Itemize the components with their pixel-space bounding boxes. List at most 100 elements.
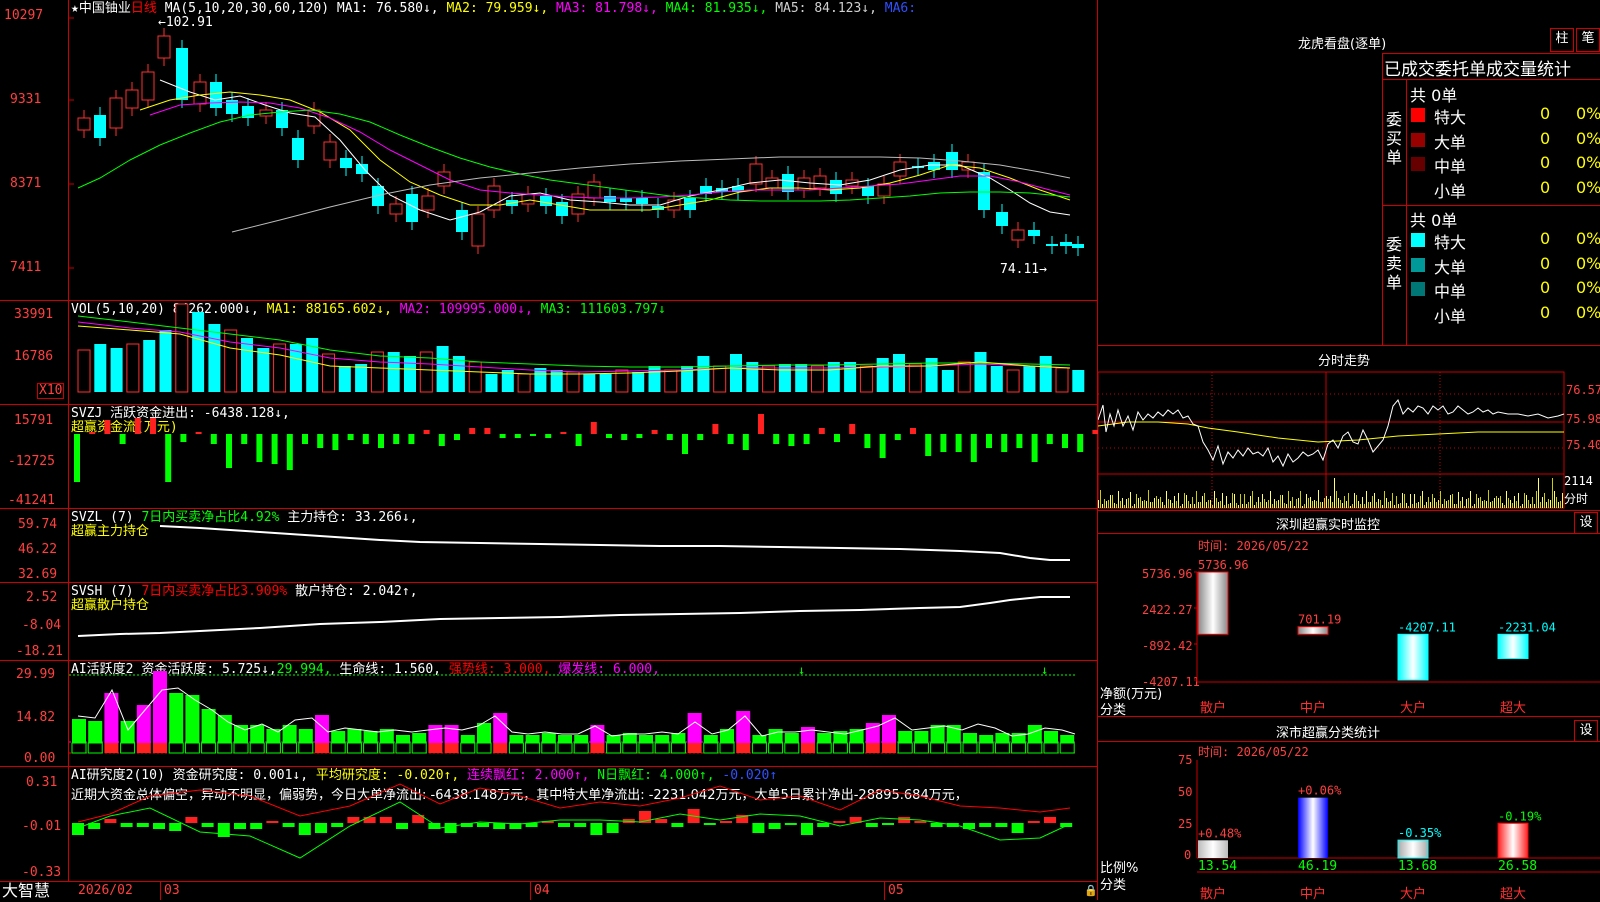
classify-settings-button[interactable]: 设 — [1574, 720, 1598, 742]
monitor-bar — [1197, 571, 1229, 635]
ai1-bar-base — [153, 743, 167, 753]
intraday-vol-bar — [1126, 499, 1127, 508]
candle-down — [456, 210, 468, 232]
ai2-bar — [817, 823, 830, 827]
intraday-vol-bar — [1156, 496, 1157, 508]
intraday-vol-label: 2114 — [1564, 474, 1593, 488]
svzj-chart[interactable] — [0, 404, 1098, 508]
monitor-title: 深圳超赢实时监控 — [1276, 518, 1381, 533]
intraday-vol-bar — [1370, 502, 1371, 508]
ai1-bar-base — [687, 743, 702, 753]
flow-bar — [955, 434, 962, 452]
candle-down — [620, 198, 632, 202]
ai1-bar-base — [768, 742, 784, 754]
order-row-count: 0 — [1540, 253, 1551, 273]
candle-up — [389, 203, 403, 215]
svzl-chart[interactable] — [0, 508, 1098, 582]
intraday-vol-bar — [1390, 501, 1391, 508]
volume-bar — [876, 358, 889, 392]
volume-chart[interactable] — [0, 300, 1098, 404]
ai1-bar — [363, 731, 378, 743]
flow-bar — [104, 420, 111, 434]
intraday-chart[interactable] — [1098, 370, 1600, 510]
left-chart-area[interactable]: 10297 9331 8371 7411 33991 16786 X10 157… — [0, 0, 1098, 900]
ai1-bar — [428, 725, 443, 743]
volume-bar — [583, 374, 596, 392]
candle-down — [176, 48, 188, 100]
ai1-bar-base — [541, 742, 557, 754]
ai1-bar-base — [104, 743, 119, 753]
intraday-volume-bars — [1098, 478, 1563, 508]
volume-bar — [485, 374, 498, 392]
intraday-vol-bar — [1362, 497, 1363, 508]
monitor-bar — [1297, 626, 1329, 635]
ai2-bar — [444, 823, 457, 833]
volume-bar — [1055, 367, 1069, 393]
intraday-vol-bar — [1532, 497, 1533, 508]
ai1-bar-base — [217, 742, 233, 754]
intraday-vol-bar — [1192, 497, 1193, 508]
lock-icon[interactable]: 🔒 — [1084, 884, 1098, 897]
svsh-chart[interactable] — [0, 582, 1098, 660]
intraday-vol-bar — [1220, 501, 1221, 508]
ai2-bar — [153, 823, 165, 829]
intraday-vol-bar — [1430, 502, 1431, 508]
intraday-vol-bar — [1242, 504, 1243, 508]
flow-bar — [803, 434, 810, 444]
flow-bar — [606, 434, 612, 438]
ai1-bar — [801, 727, 815, 743]
divider — [1098, 716, 1600, 717]
monitor-bar-chart[interactable]: 5736.96 701.19 -4207.11 -2231.04 — [1098, 550, 1600, 700]
order-row: 特大 0 0% — [1408, 229, 1600, 252]
flow-bar — [697, 434, 704, 440]
classify-bar-chart[interactable]: +0.48% 13.54 +0.06% 46.19 -0.35% 13.68 -0.19% 2… — [1098, 750, 1600, 900]
intraday-vol-bar — [1302, 506, 1303, 508]
classify-pct-change: -0.19% — [1498, 809, 1542, 823]
ai2-bar — [315, 823, 327, 833]
volume-bar — [941, 370, 954, 392]
ai1-bar-base — [298, 742, 314, 754]
ai1-bar-base — [476, 742, 492, 754]
volume-bar — [387, 352, 400, 392]
intraday-vol-bar — [1544, 493, 1545, 508]
candle-up — [141, 71, 155, 101]
intraday-vol-bar — [1438, 500, 1439, 508]
intraday-vol-bar — [1460, 501, 1461, 508]
ai1-bar-base — [703, 742, 719, 754]
ai1-bar-base — [444, 743, 459, 753]
intraday-vol-bar — [1560, 501, 1561, 508]
ai1-bar-base — [411, 742, 427, 754]
ai1-bar-base — [136, 743, 151, 753]
dragon-title: 龙虎看盘(逐单) — [1298, 37, 1387, 52]
order-row-count: 0 — [1540, 153, 1551, 172]
tick-view-button[interactable]: 笔 — [1576, 28, 1600, 52]
intraday-vol-bar — [1396, 496, 1397, 508]
candle-up — [77, 117, 91, 131]
color-swatch — [1411, 257, 1425, 272]
intraday-vol-bar — [1298, 498, 1299, 508]
intraday-vol-bar — [1190, 504, 1191, 508]
flow-bar — [454, 434, 460, 440]
intraday-vol-bar — [1224, 505, 1225, 508]
order-row-label: 特大 — [1434, 233, 1467, 252]
intraday-vol-bar — [1490, 502, 1491, 508]
intraday-vol-bar — [1344, 496, 1345, 508]
flow-bar — [317, 434, 324, 448]
ai2-bar — [136, 823, 149, 827]
intraday-vol-bar — [1182, 504, 1183, 508]
monitor-settings-button[interactable]: 设 — [1574, 512, 1598, 534]
intraday-vol-bar — [1538, 478, 1539, 508]
classify-category: 散户 — [1200, 887, 1227, 902]
intraday-vol-bar — [1492, 501, 1493, 508]
flow-bar — [165, 434, 172, 482]
intraday-vol-bar — [1262, 494, 1263, 508]
intraday-vol-bar — [1524, 493, 1525, 508]
volume-bar — [355, 364, 368, 392]
bar-view-button[interactable]: 柱 — [1550, 28, 1574, 52]
candlestick-chart[interactable] — [0, 0, 1098, 300]
intraday-vol-bar — [1366, 491, 1367, 508]
ai2-chart[interactable] — [0, 766, 1098, 881]
ai1-bar — [412, 733, 427, 743]
intraday-vol-bar — [1212, 505, 1213, 508]
ai1-chart[interactable]: ↓ ↓ — [0, 660, 1098, 766]
